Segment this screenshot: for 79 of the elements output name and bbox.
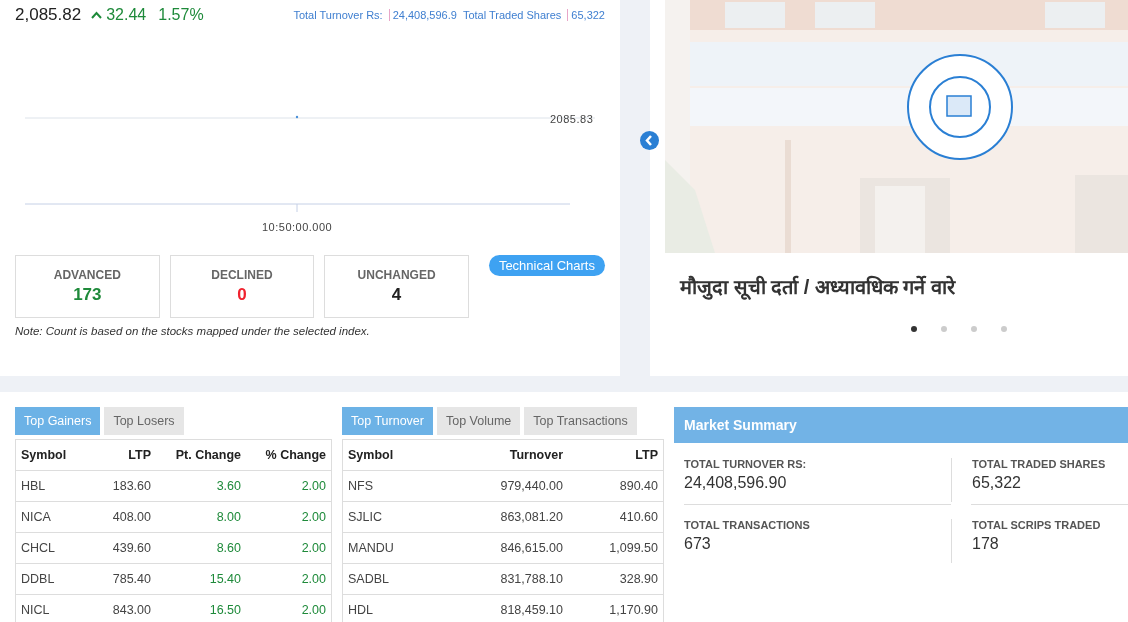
stat-count: 173 [73, 285, 102, 305]
table-cell: 2.00 [246, 470, 332, 502]
summary-label: TOTAL SCRIPS TRADED [972, 519, 1102, 531]
column-header: LTP [96, 439, 156, 471]
carousel-dot[interactable] [1001, 326, 1007, 332]
table-cell: HBL [15, 470, 96, 502]
table-cell: 1,170.90 [568, 594, 664, 622]
stat-label: DECLINED [211, 268, 273, 282]
note-text: Note: Count is based on the stocks mapped under the selected index. [15, 325, 371, 337]
summary-value: 65,322 [972, 474, 1022, 492]
stat-label: Total Traded Shares [462, 9, 562, 21]
tab[interactable]: Top Transactions [524, 407, 637, 435]
column-header: Pt. Change [156, 439, 246, 471]
table-cell: 863,081.20 [433, 501, 568, 533]
column-header: Symbol [342, 439, 433, 471]
table-cell: 890.40 [568, 470, 664, 502]
table-cell: HDL [342, 594, 433, 622]
table-cell: 3.60 [156, 470, 246, 502]
table-cell: 2.00 [246, 532, 332, 564]
table-cell: SJLIC [342, 501, 433, 533]
summary-label: TOTAL TRADED SHARES [972, 458, 1107, 470]
table-cell: 15.40 [156, 563, 246, 595]
caret-up-icon [91, 11, 103, 19]
stat-label: ADVANCED [53, 268, 121, 282]
summary-label: TOTAL TRANSACTIONS [684, 519, 811, 531]
panel-title: Market Summary [674, 407, 1128, 443]
stat-label: Total Turnover Rs: [293, 9, 383, 21]
tab[interactable]: Top Losers [104, 407, 184, 435]
column-header: Symbol [15, 439, 96, 471]
stat-value: 24,408,596.9 [388, 9, 457, 21]
table-cell: CHCL [15, 532, 96, 564]
table-cell: 1,099.50 [568, 532, 664, 564]
carousel-dot[interactable] [941, 326, 947, 332]
column-header: LTP [568, 439, 664, 471]
table-cell: 328.90 [568, 563, 664, 595]
tab[interactable]: Top Volume [436, 407, 521, 435]
stat-count: 4 [391, 285, 402, 305]
table-cell: MANDU [342, 532, 433, 564]
summary-value: 178 [972, 535, 1000, 553]
table-cell: 8.00 [156, 501, 246, 533]
carousel-dot[interactable] [971, 326, 977, 332]
table-cell: NICL [15, 594, 96, 622]
table-cell: 785.40 [96, 563, 156, 595]
table-cell: 2.00 [246, 594, 332, 622]
column-header: % Change [246, 439, 332, 471]
table-cell: NICA [15, 501, 96, 533]
data-point [295, 115, 299, 119]
stat-value: 65,322 [567, 9, 605, 21]
table-cell: 16.50 [156, 594, 246, 622]
column-header: Turnover [433, 439, 568, 471]
technical-charts-button[interactable]: Technical Charts [488, 255, 605, 276]
table-cell: 183.60 [96, 470, 156, 502]
table-cell: 831,788.10 [433, 563, 568, 595]
table-cell: 408.00 [96, 501, 156, 533]
table-cell: SADBL [342, 563, 433, 595]
table-cell: 2.00 [246, 501, 332, 533]
stat-label: UNCHANGED [357, 268, 436, 282]
axis-label: 10:50:00.000 [262, 221, 333, 233]
table-cell: 2.00 [246, 563, 332, 595]
table-cell: 979,440.00 [433, 470, 568, 502]
index-value: 2,085.82 [15, 5, 82, 25]
summary-value: 24,408,596.90 [684, 474, 788, 492]
previous-icon[interactable] [640, 131, 659, 150]
index-change: 32.44 [106, 6, 147, 24]
carousel-dot[interactable] [911, 326, 917, 332]
table-cell: 818,459.10 [433, 594, 568, 622]
table-cell: 8.60 [156, 532, 246, 564]
summary-label: TOTAL TURNOVER RS: [684, 458, 808, 470]
slide-caption: मौजुदा सूची दर्ता / अध्यावधिक गर्ने वारे [680, 274, 957, 300]
table-cell: 843.00 [96, 594, 156, 622]
stat-count: 0 [237, 285, 247, 305]
table-cell: DDBL [15, 563, 96, 595]
table-cell: NFS [342, 470, 433, 502]
index-percent-change: 1.57% [158, 6, 204, 24]
table-cell: 410.60 [568, 501, 664, 533]
axis-label: 2085.83 [550, 113, 594, 125]
table-cell: 439.60 [96, 532, 156, 564]
summary-value: 673 [684, 535, 712, 553]
table-cell: 846,615.00 [433, 532, 568, 564]
